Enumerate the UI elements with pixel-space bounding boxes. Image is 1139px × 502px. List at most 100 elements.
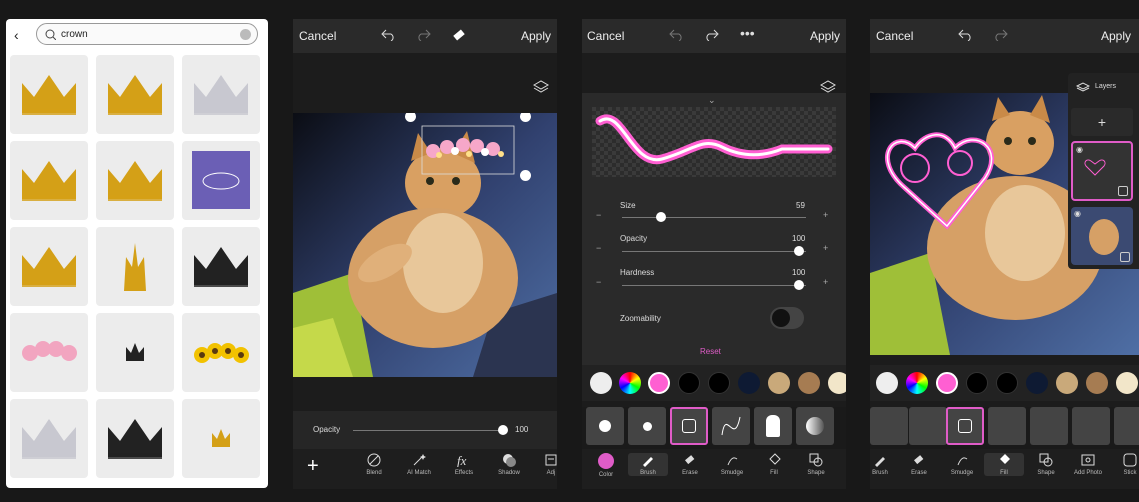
layer-drawing[interactable]: ◉ [1071,141,1133,201]
brush-type-stars[interactable] [909,407,947,445]
color-swatch[interactable] [1056,372,1078,394]
opacity-slider[interactable] [622,251,806,252]
color-swatch[interactable] [1086,372,1108,394]
opacity-slider-knob[interactable] [498,425,508,435]
cancel-button[interactable]: Cancel [299,29,336,43]
opacity-minus-icon[interactable]: − [596,243,601,253]
tool-adjust[interactable]: Adj [531,453,557,476]
hardness-minus-icon[interactable]: − [596,277,601,287]
brush-type-neon[interactable] [670,407,708,445]
tool-sticker[interactable]: Stick [1110,453,1139,476]
color-swatch[interactable] [828,372,846,394]
clear-icon[interactable] [240,29,251,40]
sticker-crown-small-black[interactable] [96,313,174,392]
add-layer-button[interactable]: + [1071,108,1133,136]
sticker-tiara-silver-2[interactable] [10,399,88,478]
search-input[interactable]: crown [36,23,258,45]
scale-handle-icon[interactable] [520,170,531,181]
color-swatch[interactable] [708,372,730,394]
tool-color[interactable]: Color [586,453,626,478]
brush-type-sparkle[interactable] [988,407,1026,445]
redo-icon[interactable] [993,29,1009,41]
redo-icon[interactable] [704,29,720,41]
tool-erase[interactable]: Erase [899,453,939,476]
layer-photo[interactable]: ◉ [1071,207,1133,265]
color-swatch[interactable] [1026,372,1048,394]
brush-type-grid[interactable] [1114,407,1139,445]
sticker-crown-gold-3[interactable] [10,141,88,220]
color-swatch-selected[interactable] [936,372,958,394]
sticker-sunflower-crown[interactable] [182,313,260,392]
tool-shape[interactable]: Shape [1026,453,1066,476]
hardness-plus-icon[interactable]: + [823,277,828,287]
more-icon[interactable]: ••• [740,25,755,41]
eye-icon[interactable]: ◉ [1076,145,1083,154]
sticker-crown-gold-4[interactable] [10,227,88,306]
sticker-crown-small-gold[interactable] [182,399,260,478]
eyedropper-icon[interactable] [876,372,898,394]
cancel-button[interactable]: Cancel [876,29,913,43]
brush-type-soft-round[interactable] [586,407,624,445]
brush-type-gradient[interactable] [796,407,834,445]
apply-button[interactable]: Apply [810,29,840,43]
sticker-crown-jeweled[interactable] [96,141,174,220]
back-icon[interactable]: ‹ [14,27,19,43]
brush-type-dots-white[interactable] [1030,407,1068,445]
tool-ai-match[interactable]: AI Match [399,453,439,476]
tool-brush[interactable]: Brush [870,453,900,476]
cancel-button[interactable]: Cancel [587,29,624,43]
chevron-down-icon[interactable]: ⌄ [708,95,716,106]
undo-icon[interactable] [380,29,396,41]
tool-add-photo[interactable]: Add Photo [1068,453,1108,476]
tool-fill[interactable]: Fill [984,453,1024,476]
size-slider-knob[interactable] [656,212,666,222]
brush-type-hard-round[interactable] [628,407,666,445]
layer-options-icon[interactable] [1118,186,1128,196]
color-swatch[interactable] [678,372,700,394]
hardness-slider-knob[interactable] [794,280,804,290]
brush-type-drip[interactable] [754,407,792,445]
undo-icon[interactable] [957,29,973,41]
color-swatch[interactable] [996,372,1018,394]
color-swatch[interactable] [738,372,760,394]
sticker-flower-crown[interactable] [10,313,88,392]
undo-icon[interactable] [668,29,684,41]
size-minus-icon[interactable]: − [596,210,601,220]
color-swatch[interactable] [966,372,988,394]
tool-erase[interactable]: Erase [670,453,710,476]
color-wheel-icon[interactable] [619,372,641,394]
opacity-slider-knob[interactable] [794,246,804,256]
hardness-slider[interactable] [622,285,806,286]
size-slider[interactable] [622,217,806,218]
sticker-crown-black-big[interactable] [96,399,174,478]
brush-type-dots[interactable] [870,407,908,445]
sticker-tiara-silver[interactable] [182,55,260,134]
tool-shadow[interactable]: Shadow [489,453,529,476]
tool-effects[interactable]: fx Effects [444,453,484,476]
brush-type-selected[interactable] [946,407,984,445]
eye-icon[interactable]: ◉ [1074,209,1081,218]
sticker-crown-gold-tall[interactable] [96,227,174,306]
add-icon[interactable]: + [307,455,319,478]
layer-options-icon[interactable] [1120,252,1130,262]
reset-button[interactable]: Reset [700,347,721,356]
tool-fill[interactable]: Fill [754,453,794,476]
brush-type-wave[interactable] [712,407,750,445]
eraser-icon[interactable] [451,27,467,43]
color-swatch[interactable] [768,372,790,394]
layers-icon[interactable] [531,77,551,97]
opacity-plus-icon[interactable]: + [823,243,828,253]
photo-canvas[interactable] [293,113,557,377]
color-swatch[interactable] [798,372,820,394]
opacity-slider[interactable] [353,430,503,431]
tool-brush[interactable]: Brush [628,453,668,476]
tool-shape[interactable]: Shape [796,453,836,476]
apply-button[interactable]: Apply [1101,29,1131,43]
color-swatch-selected[interactable] [648,372,670,394]
tool-blend[interactable]: Blend [354,453,394,476]
sticker-purple-card[interactable] [182,141,260,220]
sticker-crown-black[interactable] [182,227,260,306]
size-plus-icon[interactable]: + [823,210,828,220]
sticker-crown-gold-2[interactable] [96,55,174,134]
tool-smudge[interactable]: Smudge [942,453,982,476]
